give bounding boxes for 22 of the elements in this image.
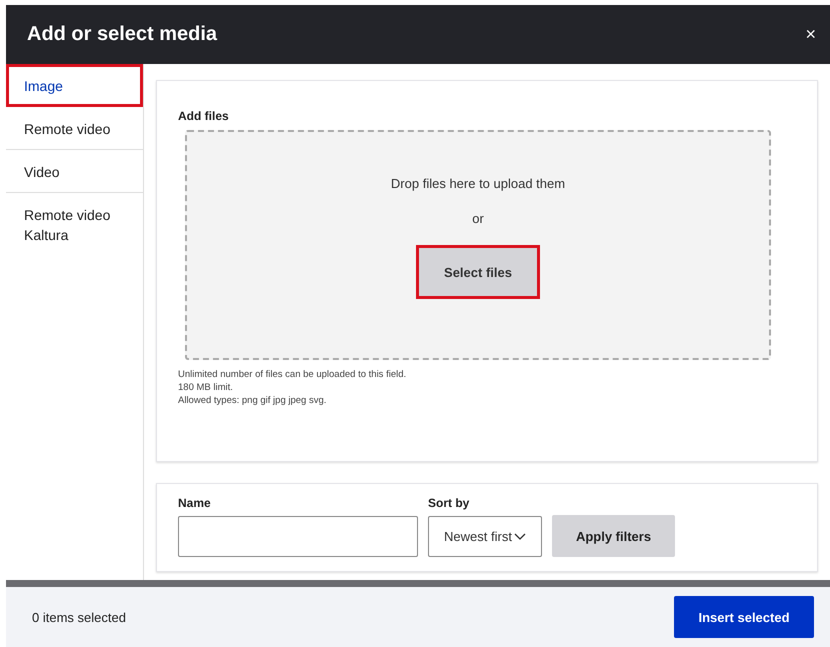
insert-selected-button[interactable]: Insert selected [674, 596, 814, 638]
media-type-tab[interactable]: Remote video [6, 107, 143, 150]
selection-count: 0 items selected [32, 610, 126, 624]
drop-text: Drop files here to upload them [390, 176, 566, 191]
chevron-icon [514, 532, 526, 540]
or-text: or [472, 211, 484, 226]
apply-filters-button[interactable]: Apply filters [552, 515, 675, 557]
select-files-button[interactable]: Select files [419, 248, 537, 296]
sort-select[interactable]: Newest first [428, 516, 542, 557]
drop-zone[interactable]: Drop files here to upload them or Select files [185, 130, 771, 360]
media-type-tab[interactable]: Remote video Kaltura [6, 193, 143, 257]
add-files-label: Add files [178, 109, 230, 123]
name-input[interactable] [178, 516, 418, 557]
sort-label: Sort by [428, 496, 470, 510]
help-text: Allowed types: png gif jpg jpeg svg. [178, 394, 328, 407]
media-type-tab[interactable]: Video [6, 150, 143, 193]
media-type-tab[interactable]: Image [6, 64, 143, 107]
dialog-title: Add or select media [27, 23, 218, 46]
help-text: 180 MB limit. [178, 381, 234, 394]
help-text: Unlimited number of files can be uploaded to this field. [178, 368, 408, 381]
name-label: Name [178, 496, 212, 510]
close-button[interactable]: × [805, 24, 816, 45]
